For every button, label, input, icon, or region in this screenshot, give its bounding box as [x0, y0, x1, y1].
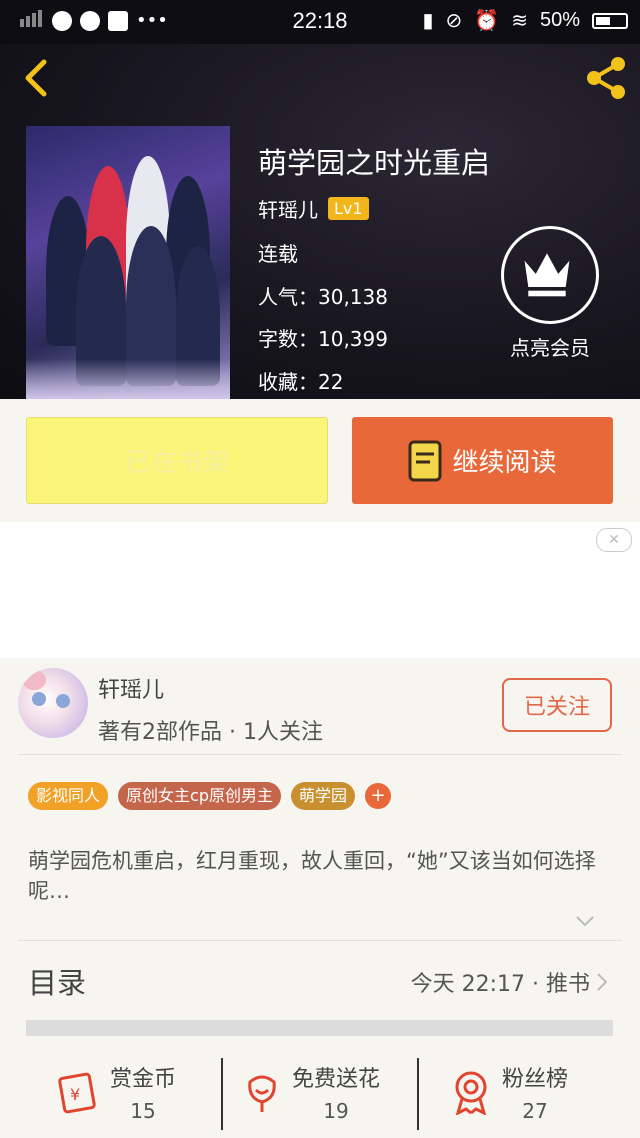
reward-envelope-icon: ¥: [58, 1072, 96, 1114]
level-badge: Lv1: [328, 197, 369, 220]
free-flowers-button[interactable]: 免费送花 19: [242, 1054, 380, 1130]
chevron-right-icon: [597, 973, 608, 991]
ad-close-icon[interactable]: ✕: [596, 528, 632, 552]
share-icon[interactable]: [582, 54, 630, 102]
avatar[interactable]: [18, 668, 88, 738]
toc-title[interactable]: 目录: [28, 960, 86, 1002]
flower-icon: [248, 1075, 276, 1112]
chevron-down-icon[interactable]: [574, 912, 596, 930]
fan-ranking-value: 27: [522, 1099, 548, 1123]
book-header: 萌学园之时光重启 轩瑶儿 Lv1 连载 人气：30,138 字数：10,399 …: [0, 44, 640, 399]
wifi-icon: ≋: [511, 10, 528, 32]
in-shelf-label: 已在书架: [124, 448, 229, 478]
toc-update-text: 今天 22:17 · 推书: [410, 972, 590, 997]
vip-label: 点亮会员: [510, 336, 590, 360]
svg-text:¥: ¥: [70, 1085, 80, 1104]
book-status: 连载: [258, 242, 298, 266]
reward-coins-value: 15: [130, 1099, 156, 1123]
continue-reading-label: 继续阅读: [452, 448, 557, 478]
in-shelf-button[interactable]: 已在书架: [26, 417, 328, 504]
book-title: 萌学园之时光重启: [258, 146, 491, 180]
popularity-stat: 人气：30,138: [258, 281, 388, 310]
medal-icon: [455, 1071, 487, 1115]
divider: [18, 940, 622, 941]
favorites-stat: 收藏：22: [258, 366, 343, 395]
back-arrow-icon[interactable]: [18, 56, 58, 100]
status-icons-right: ▮ ⊘ ⏰ ≋ 50%: [423, 8, 628, 33]
followed-label: 已关注: [523, 695, 590, 720]
author-stats: 著有2部作品 · 1人关注: [98, 720, 323, 745]
add-tag-button[interactable]: +: [365, 783, 391, 809]
words-stat: 字数：10,399: [258, 323, 388, 352]
ad-banner[interactable]: [0, 522, 640, 658]
author-name[interactable]: 轩瑶儿: [98, 672, 164, 704]
words-label: 字数：: [258, 327, 318, 351]
divider: [221, 1058, 223, 1130]
mute-icon: ⊘: [445, 10, 463, 32]
reward-coins-label: 赏金币: [110, 1067, 177, 1092]
popularity-label: 人气：: [258, 285, 318, 309]
battery-percent: 50%: [539, 9, 580, 31]
book-author-row: 轩瑶儿 Lv1: [258, 194, 369, 223]
free-flowers-value: 19: [323, 1099, 349, 1123]
divider: [18, 754, 622, 755]
crown-icon: [501, 226, 599, 324]
popularity-value: 30,138: [318, 285, 388, 309]
divider: [417, 1058, 419, 1130]
battery-icon: [592, 12, 628, 29]
book-author[interactable]: 轩瑶儿: [258, 194, 318, 223]
free-flowers-label: 免费送花: [292, 1067, 381, 1092]
book-description: 萌学园危机重启，红月重现，故人重回，“她”又该当如何选择呢…: [28, 849, 596, 903]
author-card[interactable]: 轩瑶儿 著有2部作品 · 1人关注 已关注: [18, 668, 622, 752]
favorites-label: 收藏：: [258, 370, 318, 394]
tag-film-fanfic[interactable]: 影视同人: [28, 782, 109, 810]
book-cover-image[interactable]: [26, 126, 230, 399]
continue-reading-button[interactable]: 继续阅读: [352, 417, 613, 504]
fan-ranking-label: 粉丝榜: [502, 1067, 569, 1092]
words-value: 10,399: [318, 327, 388, 351]
book-icon: [408, 440, 442, 481]
toc-update-link[interactable]: 今天 22:17 · 推书: [411, 966, 610, 998]
reward-coins-button[interactable]: ¥ 赏金币 15: [56, 1054, 176, 1130]
alarm-icon: ⏰: [474, 10, 500, 32]
charging-icon: ▮: [422, 10, 434, 32]
favorites-value: 22: [318, 370, 344, 394]
tag-mengxueyuan[interactable]: 萌学园: [290, 782, 355, 810]
vip-button[interactable]: 点亮会员: [500, 226, 600, 361]
progress-bar: [26, 1020, 613, 1036]
status-bar: ••• 22:18 ▮ ⊘ ⏰ ≋ 50%: [0, 0, 640, 44]
followed-button[interactable]: 已关注: [502, 678, 612, 732]
fan-ranking-button[interactable]: 粉丝榜 27: [450, 1054, 568, 1130]
bottom-actions: ¥ 赏金币 15 免费送花 19 粉丝榜 27: [0, 1046, 640, 1138]
tag-list: 影视同人 原创女主cp原创男主 萌学园 +: [28, 782, 391, 810]
tag-original-cp[interactable]: 原创女主cp原创男主: [118, 782, 281, 810]
